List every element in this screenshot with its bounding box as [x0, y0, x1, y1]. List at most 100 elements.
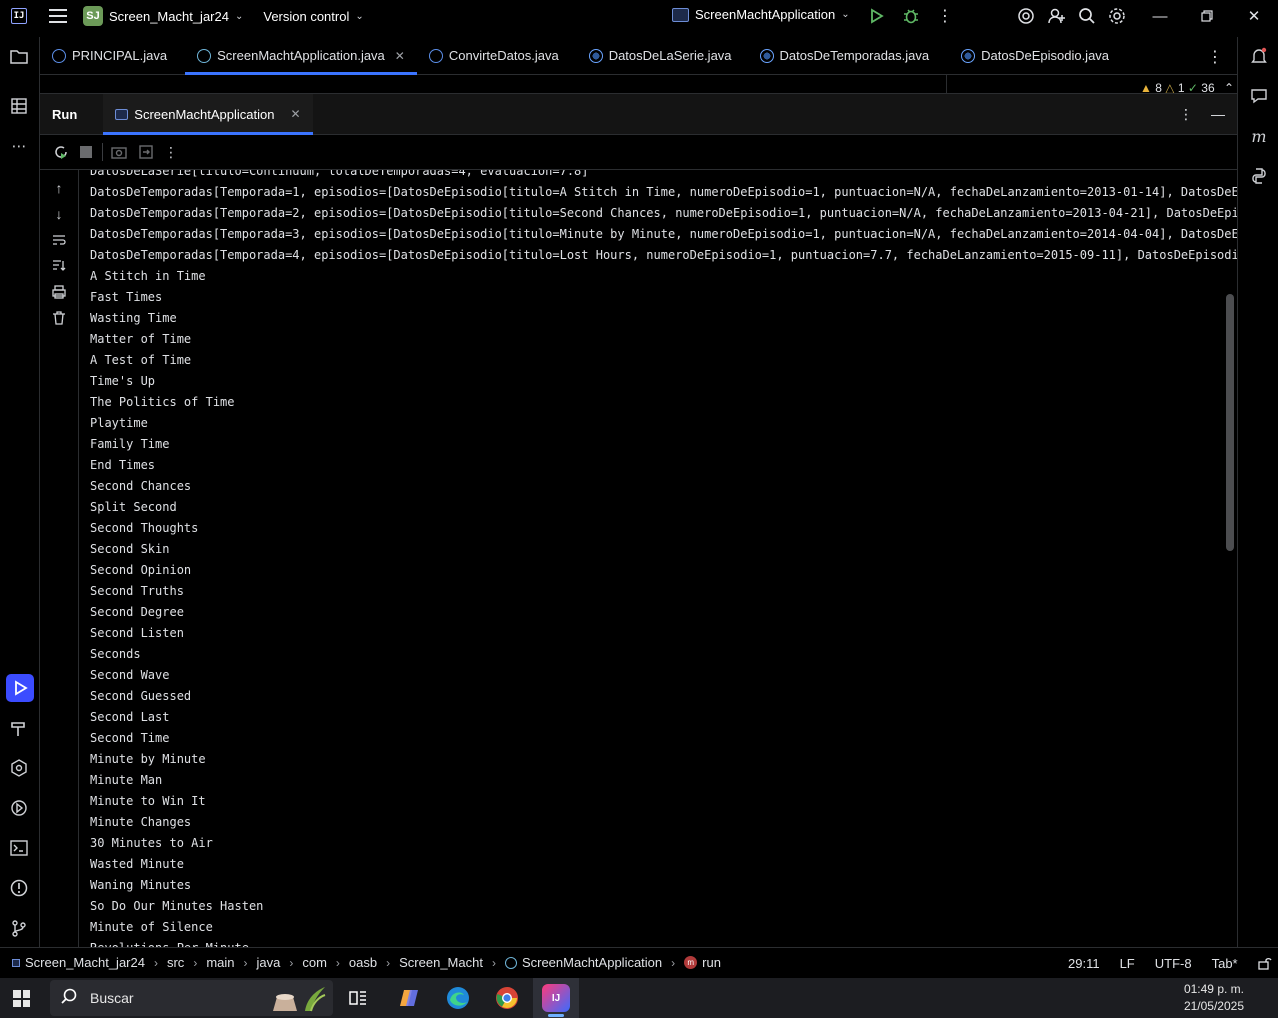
main-menu-icon[interactable] — [49, 9, 67, 23]
run-configuration-selector[interactable]: ScreenMachtApplication ⌄ — [672, 7, 850, 22]
more-actions-icon[interactable]: ⋮ — [935, 6, 955, 26]
java-class-icon — [52, 48, 66, 63]
problems-icon[interactable] — [8, 877, 30, 899]
run-tool-icon[interactable] — [6, 674, 34, 702]
copilot-icon[interactable] — [395, 984, 423, 1012]
project-badge[interactable]: SJ — [83, 6, 103, 26]
intellij-logo-icon[interactable]: IJ — [11, 8, 27, 24]
breadcrumb-item[interactable]: src — [167, 955, 184, 970]
console-line: Playtime — [90, 416, 148, 430]
scroll-to-end-icon[interactable] — [50, 257, 68, 275]
exit-icon[interactable] — [137, 143, 155, 161]
intellij-idea-taskbar-icon[interactable]: IJ — [542, 984, 570, 1012]
settings-gear-icon[interactable] — [1107, 6, 1127, 26]
windows-start-icon[interactable] — [13, 990, 30, 1007]
console-line: Time's Up — [90, 374, 156, 388]
debug-tool-icon[interactable] — [8, 797, 30, 819]
console-output[interactable]: DatosDeLaSerie[titulo=Continuum, totalDe… — [80, 170, 1237, 947]
java-record-icon — [759, 48, 774, 63]
console-line: Revolutions Per Minute — [90, 938, 249, 947]
scroll-up-arrow-icon[interactable]: ↑ — [50, 179, 68, 197]
print-icon[interactable] — [50, 283, 68, 301]
java-record-icon — [961, 48, 976, 63]
console-line: DatosDeTemporadas[Temporada=1, episodios… — [90, 185, 1237, 199]
clear-trash-icon[interactable] — [50, 309, 68, 327]
inspection-widget[interactable]: ▲ 8 △ 1 ✓ 36 ⌃ ⌄ — [1140, 81, 1237, 93]
run-tab-screenmachtapplication[interactable]: ScreenMachtApplication ✕ — [103, 93, 313, 135]
restore-window-icon[interactable] — [1195, 4, 1219, 28]
system-clock[interactable]: 01:49 p. m. 21/05/2025 — [1184, 981, 1244, 1015]
breadcrumb-item[interactable]: oasb — [349, 955, 377, 970]
clock-time: 01:49 p. m. — [1183, 982, 1244, 996]
console-line: DatosDeTemporadas[Temporada=3, episodios… — [90, 227, 1237, 241]
ai-chat-icon[interactable] — [1248, 85, 1270, 107]
debug-icon[interactable] — [901, 6, 921, 26]
close-tab-icon[interactable]: ✕ — [395, 49, 405, 63]
breadcrumb-item[interactable]: ScreenMachtApplication — [522, 955, 662, 970]
project-name[interactable]: Screen_Macht_jar24 — [109, 9, 229, 24]
chevron-right-icon: › — [289, 955, 294, 970]
hide-panel-icon[interactable]: — — [1211, 106, 1225, 123]
tab-screenmachtapplication-java[interactable]: ScreenMachtApplication.java ✕ — [185, 37, 417, 75]
console-line: End Times — [90, 458, 156, 472]
scroll-down-arrow-icon[interactable]: ↓ — [50, 205, 68, 223]
console-line: DatosDeLaSerie[titulo=Continuum, totalDe… — [90, 170, 589, 178]
file-encoding[interactable]: UTF-8 — [1155, 956, 1192, 973]
tab-datosdelaserie-java[interactable]: DatosDeLaSerie.java — [577, 37, 744, 75]
cursor-position[interactable]: 29:11 — [1068, 956, 1100, 973]
camera-snapshot-icon[interactable] — [110, 143, 128, 161]
breadcrumb-item[interactable]: Screen_Macht — [399, 955, 483, 970]
breadcrumb-item[interactable]: run — [702, 955, 721, 970]
add-user-icon[interactable] — [1047, 6, 1067, 26]
indent-setting[interactable]: Tab* — [1212, 956, 1238, 973]
minimize-window-icon[interactable]: — — [1148, 4, 1172, 28]
services-icon[interactable] — [8, 757, 30, 779]
edge-browser-icon[interactable] — [444, 984, 472, 1012]
more-options-icon[interactable]: ⋮ — [162, 143, 180, 161]
notifications-bell-icon[interactable] — [1248, 45, 1270, 67]
run-panel-options-icon[interactable]: ⋮ — [1179, 106, 1193, 123]
ai-assistant-icon[interactable] — [1016, 6, 1036, 26]
breadcrumb-item[interactable]: java — [257, 955, 281, 970]
close-tab-icon[interactable]: ✕ — [290, 107, 300, 121]
tab-datosdeepisodio-java[interactable]: DatosDeEpisodio.java — [949, 37, 1121, 75]
breadcrumb: Screen_Macht_jar24 › src › main › java ›… — [0, 955, 721, 970]
git-branch-icon[interactable] — [8, 917, 30, 939]
terminal-icon[interactable] — [8, 837, 30, 859]
module-icon — [12, 958, 20, 967]
unlock-icon[interactable] — [1257, 956, 1272, 973]
taskbar-search[interactable]: Buscar — [50, 980, 333, 1016]
right-tool-strip: m — [1237, 37, 1278, 947]
console-line: DatosDeTemporadas[Temporada=2, episodios… — [90, 206, 1237, 220]
python-plugin-icon[interactable] — [1248, 165, 1270, 187]
console-scrollbar[interactable] — [1226, 294, 1234, 551]
breadcrumb-item[interactable]: Screen_Macht_jar24 — [25, 955, 145, 970]
tab-datosdetemporadas-java[interactable]: DatosDeTemporadas.java — [748, 37, 942, 75]
chevron-right-icon: › — [491, 955, 496, 970]
version-control-menu[interactable]: Version control — [263, 9, 349, 24]
breadcrumb-item[interactable]: main — [206, 955, 234, 970]
chevron-down-icon[interactable]: ⌄ — [355, 11, 363, 22]
tab-principal-java[interactable]: PRINCIPAL.java — [40, 37, 179, 75]
search-icon[interactable] — [1077, 6, 1097, 26]
close-window-icon[interactable]: ✕ — [1242, 4, 1266, 28]
rerun-icon[interactable] — [52, 143, 70, 161]
more-tools-icon[interactable]: ⋯ — [8, 135, 30, 157]
stop-icon[interactable] — [77, 143, 95, 161]
task-view-icon[interactable] — [344, 984, 372, 1012]
chevron-down-icon[interactable]: ⌄ — [235, 11, 243, 22]
chevron-up-icon[interactable]: ⌃ — [1224, 81, 1234, 93]
structure-icon[interactable] — [8, 95, 30, 117]
run-icon[interactable] — [866, 6, 886, 26]
build-hammer-icon[interactable] — [8, 717, 30, 739]
tab-convirtedatos-java[interactable]: ConvirteDatos.java — [417, 37, 571, 75]
breadcrumb-item[interactable]: com — [302, 955, 327, 970]
maven-icon[interactable]: m — [1248, 125, 1270, 147]
project-folder-icon[interactable] — [8, 45, 30, 67]
soft-wrap-icon[interactable] — [50, 231, 68, 249]
tabs-more-icon[interactable]: ⋮ — [1207, 47, 1223, 67]
line-ending[interactable]: LF — [1120, 956, 1135, 973]
search-highlight-image — [267, 983, 327, 1013]
chrome-browser-icon[interactable] — [493, 984, 521, 1012]
console-line: 30 Minutes to Air — [90, 836, 213, 850]
